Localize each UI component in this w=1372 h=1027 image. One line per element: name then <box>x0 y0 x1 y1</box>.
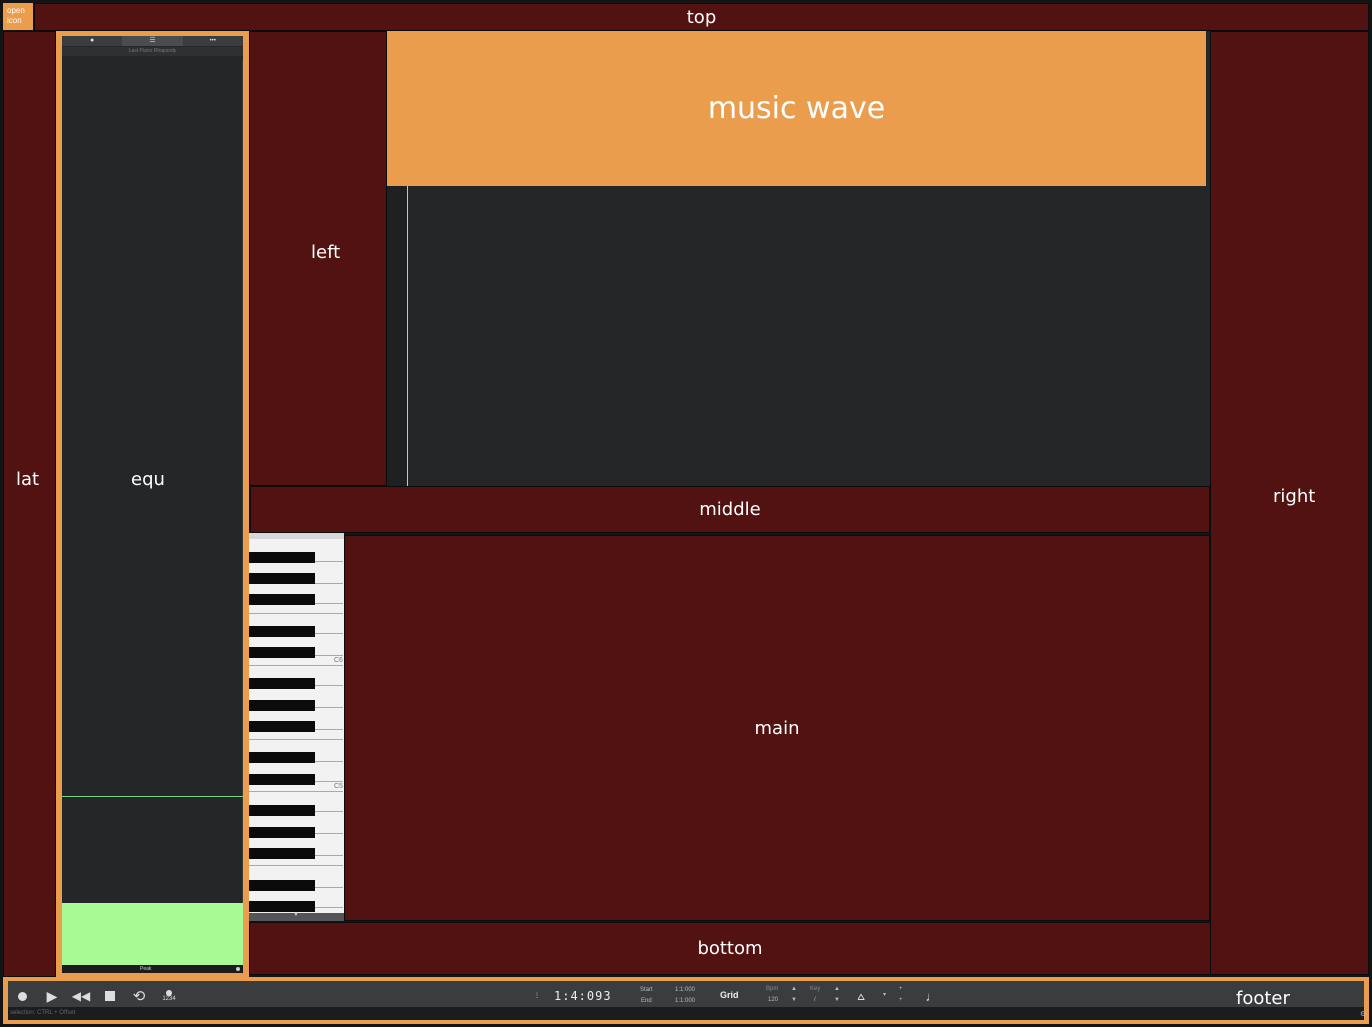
key-value[interactable]: / <box>814 997 816 1003</box>
end-value[interactable]: 1:1:000 <box>675 998 695 1004</box>
position-display: 1:4:093 <box>554 989 612 1003</box>
left-label: left <box>311 242 341 263</box>
loop-icon[interactable]: ⟲ <box>127 986 151 1006</box>
equ-peak-label: Peak <box>140 966 152 972</box>
black-key[interactable] <box>249 552 315 563</box>
right-label: right <box>1273 486 1316 507</box>
status-text: selection: CTRL + Offset <box>10 1010 76 1016</box>
bottom-region: bottom <box>249 922 1211 975</box>
settings-gear-icon[interactable]: ⚙ <box>1360 1010 1366 1018</box>
black-key[interactable] <box>249 594 315 605</box>
track-gutter <box>387 186 407 486</box>
volume-up-icon[interactable]: + <box>899 986 903 992</box>
music-wave-region[interactable]: music wave <box>387 31 1206 186</box>
equ-tab-record[interactable]: ● <box>62 36 122 46</box>
end-label: End <box>641 998 652 1004</box>
metronome-dropdown-icon[interactable]: ▾ <box>883 991 886 998</box>
black-key[interactable] <box>249 901 315 912</box>
record-icon[interactable] <box>10 986 34 1006</box>
bottom-label: bottom <box>697 938 763 959</box>
left-region: left <box>249 31 387 486</box>
equ-inner-panel: ● ☰ ••• Last Piano Rhapsody Peak <box>62 36 243 973</box>
lat-label: lat <box>16 469 40 490</box>
equ-label: equ <box>131 469 165 490</box>
note-icon[interactable]: ♩ <box>920 986 944 1006</box>
lat-region: lat <box>3 31 56 977</box>
playhead-line[interactable] <box>407 186 408 486</box>
middle-region: middle <box>250 486 1210 533</box>
equ-tab-bar: ● ☰ ••• <box>62 36 243 46</box>
equ-ruler <box>239 60 243 920</box>
footer-label: footer <box>1236 988 1290 1009</box>
grid-button[interactable]: Grid <box>720 990 739 1000</box>
top-label: top <box>686 6 717 28</box>
black-key[interactable] <box>249 700 315 711</box>
piano-scroll-top[interactable] <box>249 533 344 539</box>
black-key[interactable] <box>249 678 315 689</box>
piano-scroll-bottom[interactable]: ▼ <box>249 912 344 921</box>
bpm-down-icon[interactable]: ▼ <box>791 997 797 1003</box>
metronome-icon[interactable]: ⩟ <box>849 986 873 1006</box>
equ-subtitle: Last Piano Rhapsody <box>62 47 243 56</box>
music-wave-label: music wave <box>707 91 886 126</box>
equ-peak-bar: Peak <box>62 965 243 973</box>
key-label: Key <box>810 986 821 992</box>
piano-label-c5: C5 <box>334 783 343 790</box>
black-key[interactable] <box>249 880 315 891</box>
bpm-up-icon[interactable]: ▲ <box>791 986 797 992</box>
bpm-value[interactable]: 120 <box>768 997 778 1003</box>
black-key[interactable] <box>249 752 315 763</box>
play-icon[interactable]: ▶ <box>40 986 64 1006</box>
equ-tab-list[interactable]: ☰ <box>122 36 183 46</box>
main-label: main <box>754 717 800 739</box>
top-region: top <box>34 3 1369 31</box>
count-in-icon[interactable]: 1234 <box>157 986 181 1006</box>
stop-icon[interactable] <box>98 986 122 1006</box>
black-key[interactable] <box>249 626 315 637</box>
black-key[interactable] <box>249 805 315 816</box>
status-bar: selection: CTRL + Offset <box>8 1007 1364 1020</box>
black-key[interactable] <box>249 721 315 732</box>
rewind-icon[interactable]: ◀◀ <box>69 986 93 1006</box>
equ-peak-dot-icon[interactable] <box>236 967 240 971</box>
chevron-down-icon[interactable]: ▼ <box>293 912 299 918</box>
time-mode-icon[interactable]: ⋮ <box>530 986 544 1006</box>
volume-down-icon[interactable]: + <box>899 997 903 1003</box>
equ-region: ● ☰ ••• Last Piano Rhapsody Peak equ <box>56 31 249 977</box>
open-icon-line1: open <box>7 6 25 15</box>
piano-label-c6: C6 <box>334 657 343 664</box>
black-key[interactable] <box>249 848 315 859</box>
piano-keyboard[interactable]: C6 C5 ▼ <box>249 533 344 921</box>
open-icon[interactable]: open icon <box>3 3 33 30</box>
main-region[interactable]: main <box>344 535 1210 921</box>
equ-tab-more[interactable]: ••• <box>183 36 243 46</box>
black-key[interactable] <box>249 827 315 838</box>
start-value[interactable]: 1:1:000 <box>675 987 695 993</box>
key-up-icon[interactable]: ▲ <box>834 986 840 992</box>
right-region: right <box>1210 31 1369 975</box>
black-key[interactable] <box>249 774 315 785</box>
equ-level-line <box>62 796 243 797</box>
black-key[interactable] <box>249 647 315 658</box>
equ-level-block <box>62 903 243 965</box>
middle-label: middle <box>699 499 761 520</box>
bpm-label: Bpm <box>766 986 779 992</box>
start-label: Start <box>640 987 653 993</box>
key-down-icon[interactable]: ▼ <box>834 997 840 1003</box>
black-key[interactable] <box>249 573 315 584</box>
open-icon-line2: icon <box>7 16 22 25</box>
